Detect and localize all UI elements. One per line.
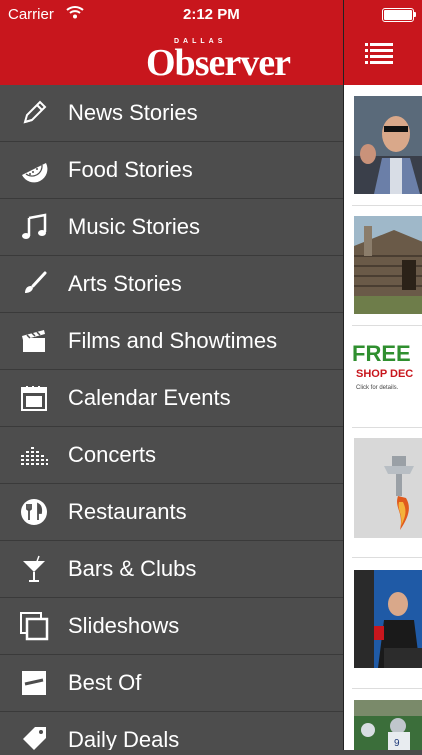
menu-item-label: Bars & Clubs (68, 556, 197, 581)
music-note-icon (19, 212, 49, 242)
menu-item-concerts[interactable]: Concerts (0, 427, 343, 484)
advertisement-banner[interactable]: FREE SHOP DEC Click for details. (346, 337, 422, 401)
svg-text:9: 9 (394, 738, 400, 749)
observer-logo[interactable]: DALLAS Observer (146, 38, 291, 84)
logo-main-text: Observer (146, 42, 291, 84)
status-time: 2:12 PM (183, 6, 240, 23)
menu-item-label: Restaurants (68, 499, 187, 524)
wifi-icon (66, 5, 84, 23)
article-thumbnail[interactable] (354, 96, 422, 194)
pencil-icon (19, 98, 49, 128)
list-menu-icon[interactable] (365, 42, 393, 64)
menu-item-label: Concerts (68, 442, 157, 467)
list-divider (352, 205, 422, 206)
menu-item-label: Food Stories (68, 157, 193, 182)
list-divider (352, 557, 422, 558)
battery-icon (382, 8, 414, 22)
article-thumbnail[interactable]: 9 (354, 700, 422, 750)
menu-item-slideshows[interactable]: Slideshows (0, 598, 343, 655)
menu-item-label: Films and Showtimes (68, 328, 278, 353)
menu-item-bars-and-clubs[interactable]: Bars & Clubs (0, 541, 343, 598)
cocktail-icon (19, 554, 49, 584)
slideshow-icon (19, 611, 49, 641)
menu-item-films-and-showtimes[interactable]: Films and Showtimes (0, 313, 343, 370)
menu-item-label: Arts Stories (68, 271, 182, 296)
best-of-icon (19, 668, 49, 698)
ad-small-text: Click for details. (356, 385, 399, 391)
article-thumbnail[interactable] (354, 216, 422, 314)
watermelon-icon (19, 155, 49, 185)
tag-icon (19, 725, 49, 750)
list-divider (352, 688, 422, 689)
menu-item-arts-stories[interactable]: Arts Stories (0, 256, 343, 313)
menu-item-label: Daily Deals (68, 727, 180, 750)
ad-headline: FREE (352, 341, 411, 366)
menu-item-food-stories[interactable]: Food Stories (0, 142, 343, 199)
menu-item-label: Slideshows (68, 613, 180, 638)
menu-item-news-stories[interactable]: News Stories (0, 85, 343, 142)
status-bar: Carrier 2:12 PM (0, 0, 422, 30)
clapperboard-icon (19, 326, 49, 356)
calendar-icon (19, 383, 49, 413)
article-thumbnail[interactable] (354, 570, 422, 668)
battery-tip (414, 12, 416, 17)
menu-item-label: Music Stories (68, 214, 201, 239)
list-divider (352, 427, 422, 428)
article-thumbnail[interactable] (354, 438, 422, 538)
menu-item-calendar-events[interactable]: Calendar Events (0, 370, 343, 427)
menu-item-restaurants[interactable]: Restaurants (0, 484, 343, 541)
menu-list: News Stories Food Stories Music Stories … (0, 85, 343, 750)
menu-item-label: News Stories (68, 100, 198, 125)
fork-knife-icon (19, 497, 49, 527)
carrier-label: Carrier (8, 6, 54, 23)
menu-item-label: Best Of (68, 670, 142, 695)
list-divider (352, 325, 422, 326)
menu-item-daily-deals[interactable]: Daily Deals (0, 712, 343, 750)
equalizer-icon (19, 440, 49, 470)
menu-item-label: Calendar Events (68, 385, 231, 410)
main-content-peek[interactable]: FREE SHOP DEC Click for details. 9 (343, 0, 422, 750)
paintbrush-icon (19, 269, 49, 299)
menu-item-best-of[interactable]: Best Of (0, 655, 343, 712)
side-drawer: DALLAS Observer News Stories Food Storie… (0, 0, 343, 750)
menu-item-music-stories[interactable]: Music Stories (0, 199, 343, 256)
ad-subline: SHOP DEC (356, 368, 414, 380)
